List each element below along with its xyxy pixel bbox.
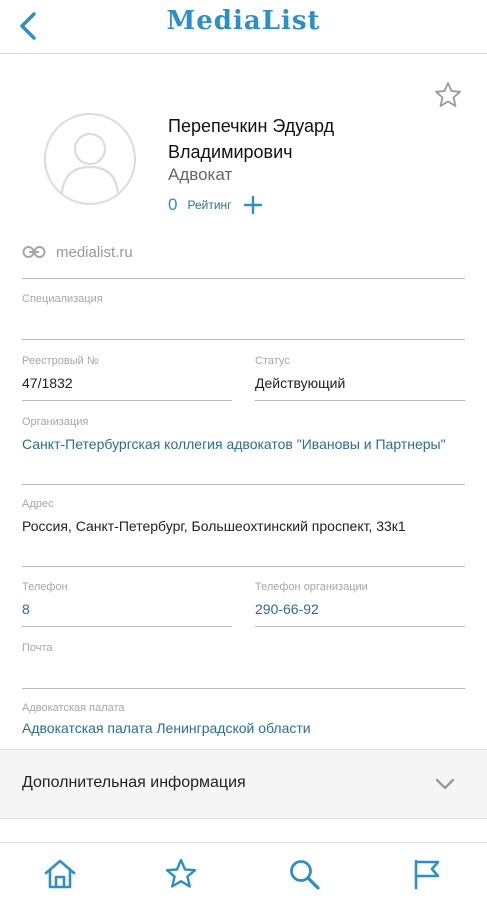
chamber-label: Адвокатская палата	[22, 702, 125, 714]
divider	[22, 484, 465, 485]
phone-field: Телефон 8	[22, 580, 232, 620]
status-value: Действующий	[255, 375, 346, 391]
additional-info-title: Дополнительная информация	[22, 774, 246, 791]
organization-label: Организация	[22, 416, 89, 428]
nav-flag-button[interactable]	[410, 857, 444, 891]
rating-label: Рейтинг	[187, 198, 232, 212]
plus-icon	[243, 195, 262, 215]
bottom-nav	[0, 842, 487, 900]
email-field: Почта	[22, 641, 465, 660]
divider	[255, 400, 465, 401]
address-field: Адрес Россия, Санкт-Петербург, Большеохт…	[22, 497, 465, 537]
org-phone-label: Телефон организации	[255, 581, 368, 593]
user-placeholder-icon	[60, 132, 120, 194]
top-bar: MediaList	[0, 0, 487, 54]
organization-field: Организация Санкт-Петербургская коллегия…	[22, 415, 465, 455]
app-title: MediaList	[166, 6, 321, 36]
registry-value: 47/1832	[22, 375, 73, 391]
specialization-field: Специализация	[22, 292, 465, 311]
phone-link[interactable]: 8	[22, 599, 232, 620]
favorite-button[interactable]	[433, 80, 463, 110]
star-outline-icon	[435, 82, 461, 107]
address-value: Россия, Санкт-Петербург, Большеохтинский…	[22, 518, 406, 534]
nav-home-button[interactable]	[43, 857, 77, 891]
specialization-label: Специализация	[22, 293, 103, 305]
status-field: Статус Действующий	[255, 354, 465, 394]
divider	[22, 400, 232, 401]
rating-row: 0 Рейтинг	[168, 193, 264, 217]
add-rating-button[interactable]	[242, 194, 264, 216]
website-link[interactable]: medialist.ru	[22, 240, 133, 264]
link-icon	[22, 246, 46, 258]
org-phone-field: Телефон организации 290-66-92	[255, 580, 465, 620]
person-name: Перепечкин Эдуард Владимирович	[168, 116, 335, 162]
email-label: Почта	[22, 642, 53, 654]
nav-favorites-button[interactable]	[164, 857, 198, 891]
phone-label: Телефон	[22, 581, 68, 593]
chevron-down-icon	[435, 778, 455, 790]
star-icon	[165, 858, 197, 888]
chamber-field: Адвокатская палата Адвокатская палата Ле…	[22, 701, 465, 739]
chamber-link[interactable]: Адвокатская палата Ленинградской области	[22, 718, 465, 739]
organization-link[interactable]: Санкт-Петербургская коллегия адвокатов "…	[22, 434, 465, 455]
org-phone-link[interactable]: 290-66-92	[255, 599, 465, 620]
search-icon	[290, 860, 320, 890]
rating-value: 0	[168, 195, 178, 214]
nav-search-button[interactable]	[287, 857, 321, 891]
divider	[22, 626, 232, 627]
registry-label: Реестровый №	[22, 355, 99, 367]
website-text: medialist.ru	[56, 243, 133, 261]
additional-info-toggle[interactable]: Дополнительная информация	[0, 749, 487, 819]
flag-icon	[414, 859, 440, 890]
person-position: Адвокат	[168, 165, 233, 184]
avatar	[44, 113, 136, 205]
divider	[22, 688, 465, 689]
registry-field: Реестровый № 47/1832	[22, 354, 232, 394]
divider	[22, 339, 465, 340]
home-icon	[44, 859, 76, 889]
status-label: Статус	[255, 355, 290, 367]
address-label: Адрес	[22, 498, 54, 510]
divider	[22, 566, 465, 567]
divider	[22, 278, 465, 279]
divider	[255, 626, 465, 627]
